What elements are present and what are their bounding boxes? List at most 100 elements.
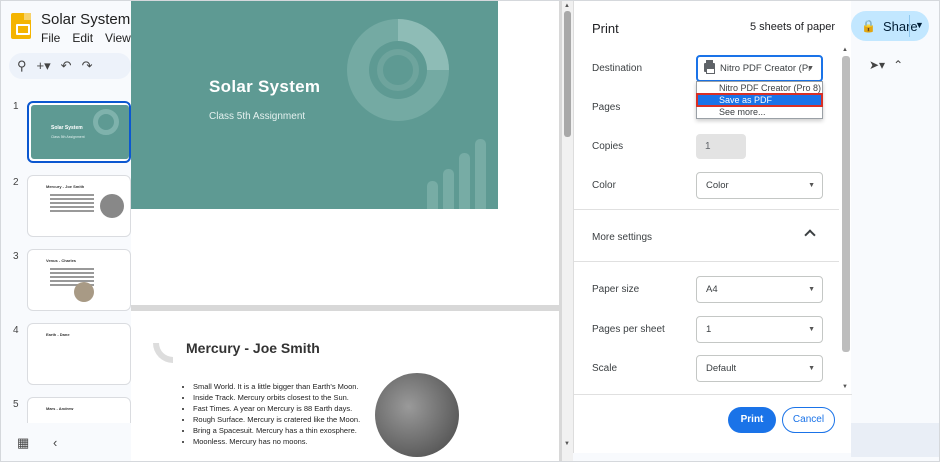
filmstrip-bottom-bar: ▦ ‹ [1,423,131,461]
destination-option-save-as-pdf[interactable]: Save as PDF [696,93,823,107]
scroll-up-icon[interactable]: ▲ [842,47,848,53]
bar-graphic [443,169,454,209]
bullet-item: Inside Track. Mercury orbits closest to … [193,392,360,403]
thumbnail-bullets [50,194,94,214]
destination-label: Destination [592,63,643,74]
settings-scroll-thumb[interactable] [842,56,850,352]
corner-decoration [153,343,173,363]
share-divider [909,15,910,37]
lock-icon: 🔒 [861,19,876,33]
slide-thumbnail-4[interactable]: Earth - Dane [27,323,131,385]
color-label: Color [592,180,616,191]
document-title[interactable]: Solar System - [41,11,139,28]
slide-title: Mercury - Joe Smith [186,340,320,356]
select-cursor-icon[interactable]: ➤▾ [869,58,885,72]
paper-size-label: Paper size [592,284,640,295]
bullet-list: Small World. It is a little bigger than … [193,381,360,447]
slide-thumbnail-2[interactable]: Mercury - Joe Smith [27,175,131,237]
toolbar: ⚲ +▾ ↶ ↷ [9,53,131,79]
copies-input[interactable]: 1 [696,134,746,159]
donut-inner-ring [377,49,419,91]
section-divider [574,209,839,210]
paper-size-select[interactable]: A4 ▼ [696,276,823,303]
undo-icon[interactable]: ↶ [61,58,72,74]
slide-number: 4 [13,325,19,336]
print-title: Print [592,21,619,36]
printer-icon [704,60,715,74]
document-title-text: Solar System [41,11,131,28]
collapse-filmstrip-icon[interactable]: ‹ [53,435,57,450]
slide-number: 2 [13,177,19,188]
destination-value: Nitro PDF Creator (Pr [720,63,812,74]
menu-edit[interactable]: Edit [72,31,93,45]
grid-view-icon[interactable]: ▦ [17,435,29,451]
scale-select[interactable]: Default ▼ [696,355,823,382]
bullet-item: Moonless. Mercury has no moons. [193,436,360,447]
thumbnail-title: Venus - Charles [46,258,77,263]
chevron-up-icon[interactable] [804,229,816,241]
destination-dropdown: Nitro PDF Creator (Pro 8) Save as PDF Se… [696,81,823,119]
screenshot-frame: Solar System - File Edit View 🔒 Share ▼ … [0,0,940,462]
sheet-count: 5 sheets of paper [749,21,835,33]
right-toolbar: ➤▾ ⌃ [869,58,903,72]
destination-select[interactable]: Nitro PDF Creator (Pr ▼ [696,55,823,82]
dropdown-arrow-icon: ▼ [808,286,815,293]
dropdown-arrow-icon: ▼ [808,326,815,333]
section-divider [574,261,839,262]
scroll-down-icon[interactable]: ▼ [564,441,570,447]
bullet-item: Fast Times. A year on Mercury is 88 Eart… [193,403,360,414]
more-settings-label[interactable]: More settings [592,232,652,243]
slides-logo-icon[interactable] [11,13,31,39]
menu-file[interactable]: File [41,31,60,45]
search-icon[interactable]: ⚲ [17,58,27,74]
share-caret-icon[interactable]: ▼ [915,20,924,30]
print-button[interactable]: Print [728,407,776,433]
menu-view[interactable]: View [105,31,131,45]
slide-title: Solar System [209,77,321,96]
print-preview[interactable]: Solar System Class 5th Assignment Mercur… [131,1,573,461]
scroll-up-icon[interactable]: ▲ [564,3,570,9]
bar-graphic [475,139,486,209]
bullet-item: Bring a Spacesuit. Mercury has a thin ex… [193,425,360,436]
bullet-item: Small World. It is a little bigger than … [193,381,360,392]
thumbnail-subtitle: Class 5th Assignment [51,135,85,139]
footer-divider [574,394,852,395]
copies-label: Copies [592,141,624,152]
color-select[interactable]: Color ▼ [696,172,823,199]
menu-bar: File Edit View [41,31,131,45]
pages-per-sheet-label: Pages per sheet [592,324,665,335]
thumbnail-title: Mercury - Joe Smith [46,184,85,189]
destination-option-see-more[interactable]: See more... [697,106,822,118]
preview-scroll-thumb[interactable] [564,11,571,137]
title-slide-preview: Solar System Class 5th Assignment [131,1,498,209]
collapse-toolbar-icon[interactable]: ⌃ [893,58,903,72]
print-settings-panel: Print 5 sheets of paper Destination Nitr… [573,1,852,453]
right-panel-strip [851,423,939,457]
bar-graphic [427,181,438,209]
slide-thumbnail-1[interactable]: Solar System Class 5th Assignment [27,101,131,163]
dropdown-arrow-icon: ▼ [808,365,815,372]
bar-graphic [459,153,470,209]
mercury-image [375,373,459,457]
scale-label: Scale [592,363,618,374]
slide-thumbnail-3[interactable]: Venus - Charles [27,249,131,311]
redo-icon[interactable]: ↷ [82,58,93,74]
slide-number: 1 [13,101,19,112]
slide-number: 3 [13,251,19,262]
venus-thumbnail-image [74,282,94,302]
scroll-down-icon[interactable]: ▼ [842,384,848,390]
thumbnail-title: Mars - Andrew [46,406,74,411]
mercury-thumbnail-image [100,194,124,218]
slide-number: 5 [13,399,19,410]
thumbnail-title: Solar System [51,125,83,131]
share-label: Share [882,18,918,34]
slide-filmstrip: 1 Solar System Class 5th Assignment 2 Me… [1,93,131,459]
add-icon[interactable]: +▾ [37,58,51,74]
scale-value: Default [706,363,737,374]
preview-page-2: Mercury - Joe Smith Small World. It is a… [131,311,559,461]
pages-per-sheet-select[interactable]: 1 ▼ [696,316,823,343]
cancel-button[interactable]: Cancel [782,407,835,433]
destination-option-nitro[interactable]: Nitro PDF Creator (Pro 8) [697,82,822,94]
slide-subtitle: Class 5th Assignment [209,111,306,122]
share-button[interactable]: 🔒 Share ▼ [851,11,929,41]
